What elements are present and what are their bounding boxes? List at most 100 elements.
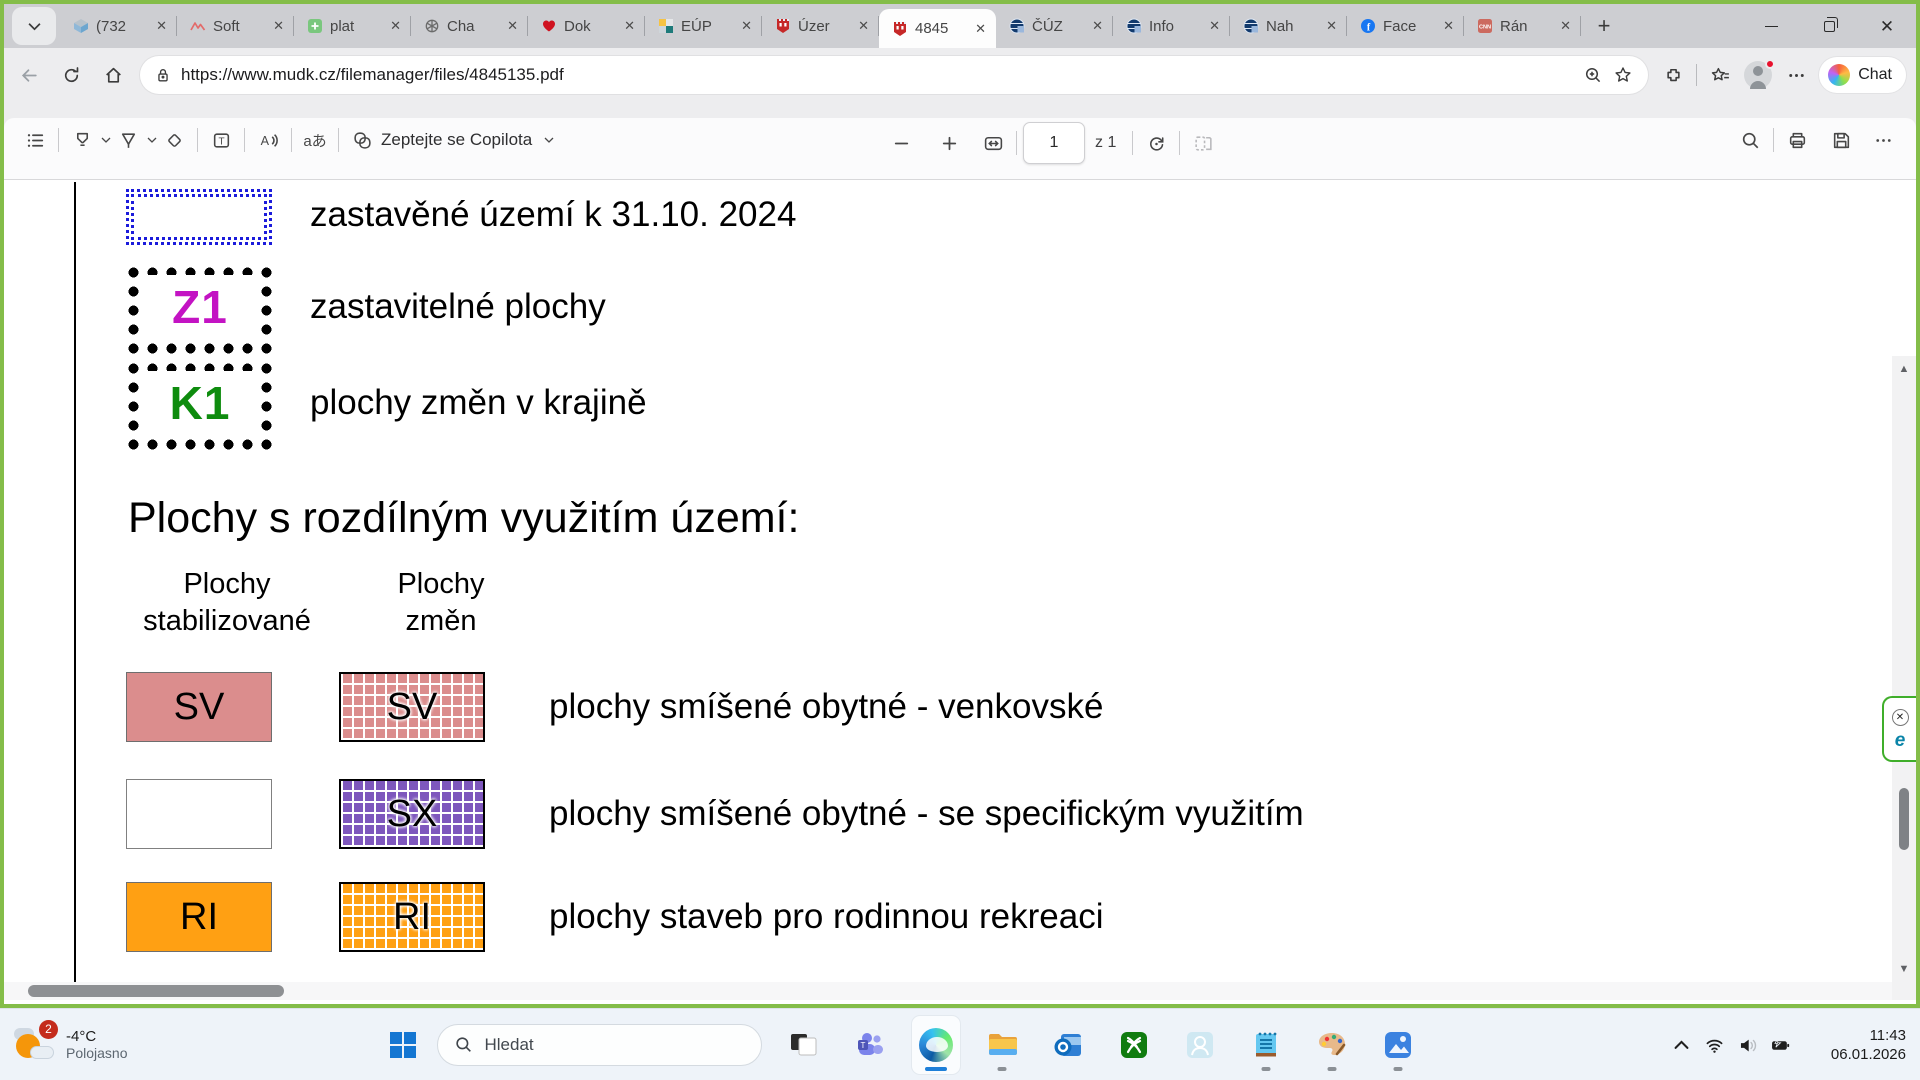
tab-Info[interactable]: Info✕ (1113, 4, 1230, 48)
tray-chevron-icon[interactable] (1672, 1036, 1691, 1055)
tab-label: plat (330, 18, 381, 35)
outlook-button[interactable] (1044, 1016, 1092, 1074)
start-button[interactable] (383, 1025, 423, 1065)
draw-pen-button[interactable] (111, 122, 145, 158)
translate-button[interactable]: aあ (298, 122, 332, 158)
tab-close-icon[interactable]: ✕ (271, 16, 286, 36)
edge-button[interactable] (912, 1016, 960, 1074)
screen: (732✕Soft✕plat✕Cha✕Dok✕EÚP✕Úzer✕4845✕ČÚZ… (0, 0, 1920, 1080)
chevron-down-icon[interactable] (544, 137, 554, 143)
swatch-change: RI (339, 882, 485, 952)
collections-icon[interactable] (1703, 58, 1737, 92)
paint-button[interactable] (1308, 1016, 1356, 1074)
tab-Rán[interactable]: CNNRán✕ (1464, 4, 1581, 48)
eraser-button[interactable] (157, 122, 191, 158)
tab-label: Face (1383, 18, 1434, 35)
page-number-input[interactable] (1023, 122, 1085, 164)
favorite-star-button[interactable] (1608, 60, 1638, 90)
scroll-down-icon[interactable]: ▼ (1892, 956, 1916, 982)
battery-icon[interactable] (1771, 1036, 1790, 1055)
address-bar: https://www.mudk.cz/filemanager/files/48… (4, 48, 1916, 102)
weather-widget[interactable]: 2 -4°C Polojasno (14, 1026, 128, 1064)
refresh-button[interactable] (54, 58, 88, 92)
tab-Soft[interactable]: Soft✕ (177, 4, 294, 48)
edge-logo-icon[interactable]: e (1895, 731, 1906, 750)
tab-(732[interactable]: (732✕ (60, 4, 177, 48)
copilot-label[interactable]: Zeptejte se Copilota (381, 130, 532, 150)
chevron-down-icon[interactable] (101, 137, 111, 143)
window-controls: ✕ (1742, 4, 1916, 48)
url-field[interactable]: https://www.mudk.cz/filemanager/files/48… (140, 56, 1648, 94)
add-text-button[interactable]: T (204, 122, 238, 158)
contact-button[interactable] (1176, 1016, 1224, 1074)
save-button[interactable] (1824, 122, 1858, 158)
taskbar-clock[interactable]: 11:43 06.01.2026 (1831, 1009, 1906, 1080)
xbox-button[interactable] (1110, 1016, 1158, 1074)
restore-button[interactable] (1800, 4, 1858, 48)
taskbar-search[interactable]: Hledat (437, 1024, 762, 1066)
read-aloud-button[interactable]: A (251, 122, 285, 158)
highlighter-button[interactable] (65, 122, 99, 158)
new-tab-button[interactable]: + (1587, 4, 1621, 48)
file-explorer-button[interactable] (978, 1016, 1026, 1074)
close-icon[interactable]: ✕ (1892, 709, 1909, 726)
copilot-pdf-icon[interactable] (345, 122, 379, 158)
back-button[interactable] (12, 58, 46, 92)
zoom-page-button[interactable] (1578, 60, 1608, 90)
vertical-scrollbar[interactable]: ▲ ▼ (1892, 356, 1916, 1000)
tab-close-icon[interactable]: ✕ (1207, 16, 1222, 36)
tab-close-icon[interactable]: ✕ (973, 19, 988, 39)
photos-button[interactable] (1374, 1016, 1422, 1074)
tab-list-chevron-button[interactable] (12, 7, 56, 45)
tab-4845[interactable]: 4845✕ (879, 9, 996, 48)
tab-close-icon[interactable]: ✕ (388, 16, 403, 36)
print-button[interactable] (1780, 122, 1814, 158)
notepad-button[interactable] (1242, 1016, 1290, 1074)
tab-EÚP[interactable]: EÚP✕ (645, 4, 762, 48)
tab-close-icon[interactable]: ✕ (1324, 16, 1339, 36)
rotate-button[interactable] (1139, 125, 1173, 161)
task-view-button[interactable] (780, 1016, 828, 1074)
tab-Nah[interactable]: Nah✕ (1230, 4, 1347, 48)
volume-icon[interactable] (1738, 1036, 1757, 1055)
tab-close-icon[interactable]: ✕ (154, 16, 169, 36)
tab-plat[interactable]: plat ✕ (294, 4, 411, 48)
tab-ČÚZ[interactable]: ČÚZ✕ (996, 4, 1113, 48)
page-view-button[interactable] (1186, 125, 1220, 161)
pdf-more-button[interactable] (1866, 122, 1900, 158)
tab-close-icon[interactable]: ✕ (739, 16, 754, 36)
close-button[interactable]: ✕ (1858, 4, 1916, 48)
horizontal-scrollbar[interactable] (4, 982, 1892, 1000)
extensions-icon[interactable] (1656, 58, 1690, 92)
tab-close-icon[interactable]: ✕ (1558, 16, 1573, 36)
tab-Úzer[interactable]: Úzer✕ (762, 4, 879, 48)
page-border-line (74, 182, 76, 990)
chevron-down-icon[interactable] (147, 137, 157, 143)
tab-Face[interactable]: fFace✕ (1347, 4, 1464, 48)
tab-close-icon[interactable]: ✕ (856, 16, 871, 36)
tab-close-icon[interactable]: ✕ (1090, 16, 1105, 36)
zoom-in-button[interactable] (932, 125, 966, 161)
tab-close-icon[interactable]: ✕ (1441, 16, 1456, 36)
wifi-icon[interactable] (1705, 1036, 1724, 1055)
column-header-stabilized: Plochystabilizované (102, 566, 352, 640)
fit-to-width-button[interactable] (976, 125, 1010, 161)
copilot-chat-button[interactable]: Chat (1819, 57, 1906, 93)
avatar (1744, 61, 1772, 89)
tab-Dok[interactable]: Dok✕ (528, 4, 645, 48)
scroll-up-icon[interactable]: ▲ (1892, 356, 1916, 382)
teams-button[interactable]: T (846, 1016, 894, 1074)
browser-menu-button[interactable] (1779, 58, 1813, 92)
edge-sidebar-widget[interactable]: ✕ e (1882, 696, 1916, 762)
zoom-out-button[interactable] (884, 125, 918, 161)
home-button[interactable] (96, 58, 130, 92)
search-document-button[interactable] (1733, 122, 1767, 158)
tab-close-icon[interactable]: ✕ (505, 16, 520, 36)
table-of-contents-button[interactable] (18, 122, 52, 158)
horizontal-scroll-thumb[interactable] (28, 985, 284, 997)
minimize-button[interactable] (1742, 4, 1800, 48)
vertical-scroll-thumb[interactable] (1899, 788, 1909, 850)
tab-Cha[interactable]: Cha✕ (411, 4, 528, 48)
profile-avatar[interactable] (1741, 58, 1775, 92)
tab-close-icon[interactable]: ✕ (622, 16, 637, 36)
